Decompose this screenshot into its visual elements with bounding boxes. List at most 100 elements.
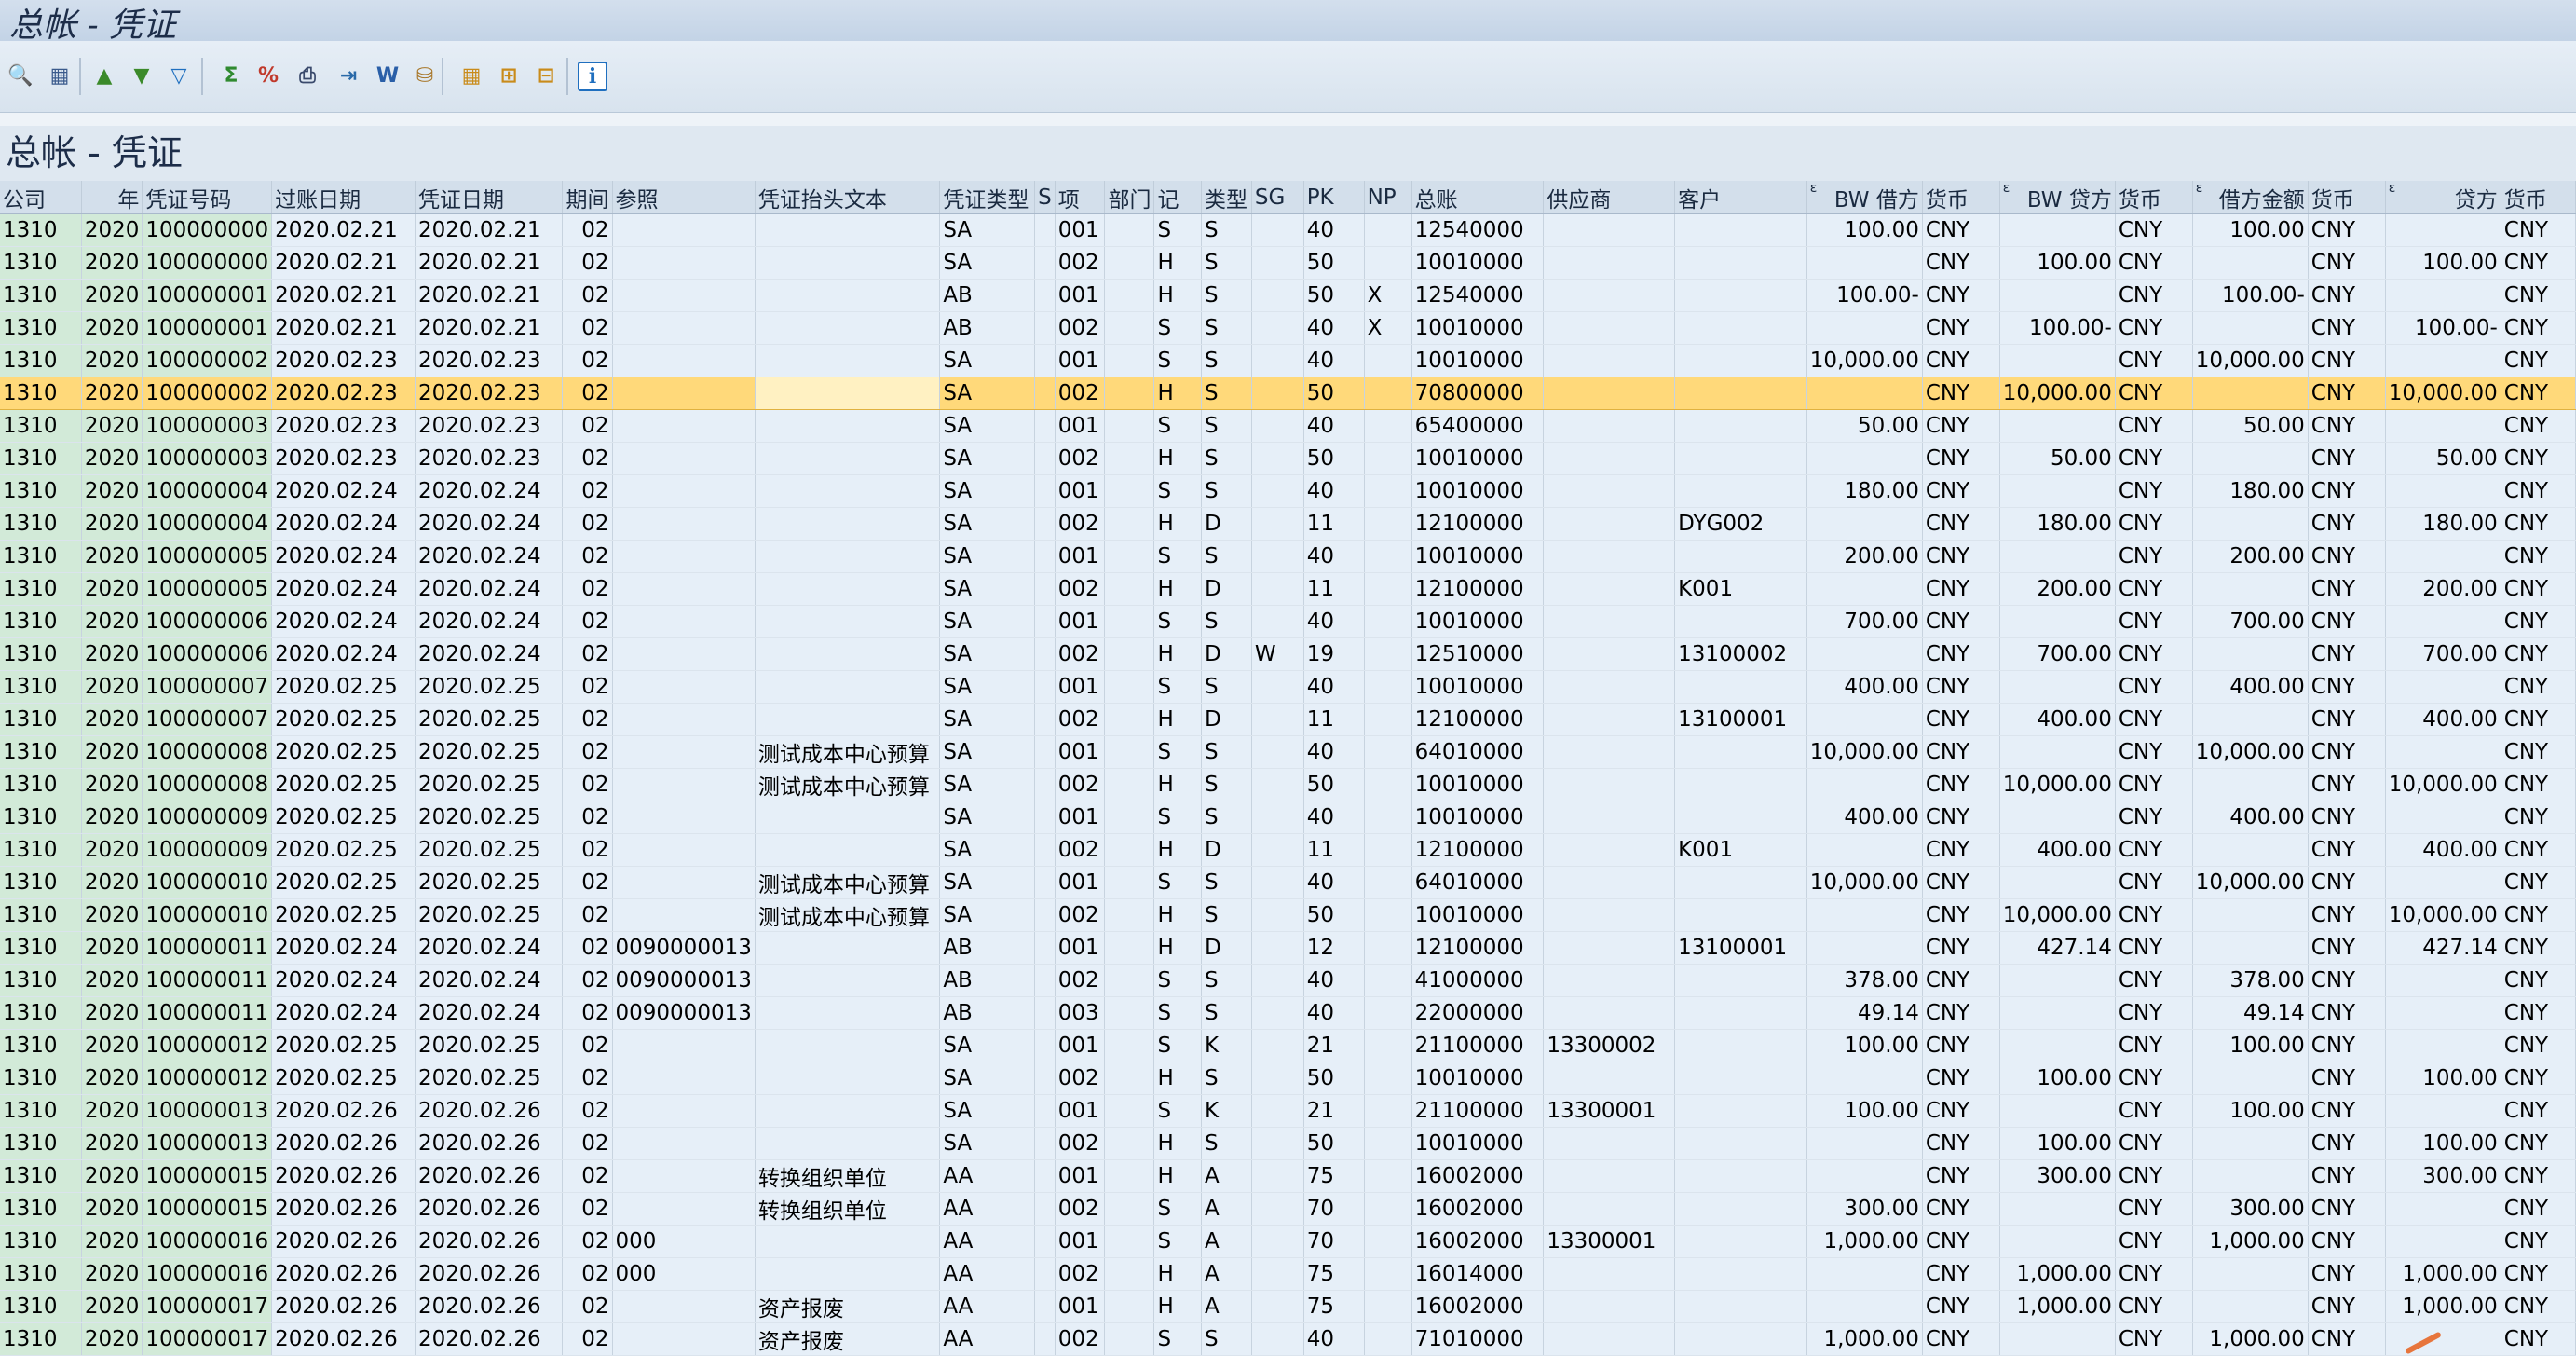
cell-dept[interactable]: [1104, 507, 1155, 541]
cell-debit-amount[interactable]: [2192, 1159, 2309, 1193]
cell-debit-amount[interactable]: 50.00: [2192, 409, 2309, 443]
cell-np[interactable]: [1364, 670, 1412, 704]
cell-debit-credit[interactable]: H: [1153, 1062, 1202, 1095]
cell-year[interactable]: 2020: [81, 1257, 143, 1291]
cell-gl-account[interactable]: 12100000: [1411, 931, 1545, 965]
cell-debit-credit[interactable]: S: [1153, 311, 1202, 345]
cell-credit[interactable]: 100.00-: [2385, 311, 2501, 345]
cell-s[interactable]: [1034, 572, 1056, 606]
cell-gl-account[interactable]: 12100000: [1411, 703, 1545, 736]
cell-period[interactable]: 02: [562, 703, 613, 736]
cell-account-type[interactable]: K: [1201, 1029, 1252, 1062]
cell-currency-2[interactable]: CNY: [2115, 409, 2193, 443]
cell-account-type[interactable]: S: [1201, 1062, 1252, 1095]
cell-period[interactable]: 02: [562, 637, 613, 671]
cell-vendor[interactable]: [1543, 768, 1676, 801]
cell-header-text[interactable]: [755, 637, 941, 671]
cell-year[interactable]: 2020: [81, 474, 143, 508]
cell-bw-debit[interactable]: [1806, 377, 1923, 410]
cell-currency-4[interactable]: CNY: [2501, 1029, 2576, 1062]
cell-s[interactable]: [1034, 735, 1056, 769]
cell-doc-type[interactable]: SA: [939, 703, 1036, 736]
cell-year[interactable]: 2020: [81, 1290, 143, 1323]
cell-doc-type[interactable]: SA: [939, 213, 1036, 247]
col-bw-debit[interactable]: ε BW 借方: [1806, 181, 1923, 214]
cell-debit-amount[interactable]: [2192, 507, 2309, 541]
cell-gl-account[interactable]: 16014000: [1411, 1257, 1545, 1291]
cell-doc-date[interactable]: 2020.02.25: [415, 866, 563, 899]
cell-posting-date[interactable]: 2020.02.25: [271, 898, 416, 932]
cell-pk[interactable]: 40: [1303, 213, 1365, 247]
col-gl-account[interactable]: 总账: [1411, 181, 1545, 214]
cell-currency-3[interactable]: CNY: [2308, 1029, 2386, 1062]
cell-np[interactable]: [1364, 572, 1412, 606]
cell-item[interactable]: 002: [1055, 703, 1106, 736]
cell-currency-3[interactable]: CNY: [2308, 931, 2386, 965]
cell-debit-amount[interactable]: [2192, 637, 2309, 671]
cell-header-text[interactable]: 测试成本中心预算: [755, 866, 941, 899]
cell-posting-date[interactable]: 2020.02.24: [271, 964, 416, 997]
cell-currency-2[interactable]: CNY: [2115, 1192, 2193, 1226]
cell-debit-credit[interactable]: S: [1153, 1192, 1202, 1226]
cell-doc-date[interactable]: 2020.02.25: [415, 833, 563, 867]
table-row[interactable]: 1310 2020 100000002 2020.02.23 2020.02.23 02 S…: [0, 377, 2576, 410]
cell-debit-credit[interactable]: H: [1153, 279, 1202, 312]
col-currency-2[interactable]: 货币: [2115, 181, 2193, 214]
cell-sg[interactable]: [1251, 1159, 1304, 1193]
cell-dept[interactable]: [1104, 377, 1155, 410]
cell-company[interactable]: 1310: [0, 572, 82, 606]
cell-debit-amount[interactable]: [2192, 1127, 2309, 1160]
cell-reference[interactable]: [612, 703, 756, 736]
cell-reference[interactable]: [612, 311, 756, 345]
cell-gl-account[interactable]: 10010000: [1411, 474, 1545, 508]
cell-bw-debit[interactable]: [1806, 931, 1923, 965]
cell-currency-1[interactable]: CNY: [1922, 474, 2000, 508]
cell-currency-4[interactable]: CNY: [2501, 246, 2576, 280]
cell-debit-credit[interactable]: S: [1153, 1225, 1202, 1258]
cell-np[interactable]: [1364, 1225, 1412, 1258]
cell-period[interactable]: 02: [562, 1127, 613, 1160]
cell-dept[interactable]: [1104, 1225, 1155, 1258]
cell-header-text[interactable]: [755, 1127, 941, 1160]
cell-reference[interactable]: [612, 246, 756, 280]
cell-header-text[interactable]: [755, 409, 941, 443]
cell-reference[interactable]: [612, 474, 756, 508]
cell-dept[interactable]: [1104, 866, 1155, 899]
cell-year[interactable]: 2020: [81, 670, 143, 704]
cell-customer[interactable]: [1674, 1094, 1807, 1128]
cell-bw-debit[interactable]: [1806, 833, 1923, 867]
cell-credit[interactable]: 100.00: [2385, 1127, 2501, 1160]
cell-credit[interactable]: 100.00: [2385, 246, 2501, 280]
cell-bw-debit[interactable]: 200.00: [1806, 540, 1923, 573]
cell-header-text[interactable]: [755, 474, 941, 508]
cell-vendor[interactable]: [1543, 377, 1676, 410]
cell-company[interactable]: 1310: [0, 1159, 82, 1193]
cell-doc-number[interactable]: 100000015: [142, 1159, 273, 1193]
cell-s[interactable]: [1034, 768, 1056, 801]
cell-np[interactable]: [1364, 474, 1412, 508]
cell-gl-account[interactable]: 12100000: [1411, 572, 1545, 606]
table-row[interactable]: 1310 2020 100000008 2020.02.25 2020.02.25 02 测…: [0, 735, 2576, 769]
cell-currency-3[interactable]: CNY: [2308, 735, 2386, 769]
cell-currency-2[interactable]: CNY: [2115, 637, 2193, 671]
cell-period[interactable]: 02: [562, 768, 613, 801]
cell-year[interactable]: 2020: [81, 213, 143, 247]
cell-reference[interactable]: [612, 1192, 756, 1226]
cell-posting-date[interactable]: 2020.02.23: [271, 409, 416, 443]
cell-currency-1[interactable]: CNY: [1922, 931, 2000, 965]
cell-credit[interactable]: [2385, 1322, 2501, 1356]
cell-customer[interactable]: [1674, 1062, 1807, 1095]
cell-credit[interactable]: [2385, 996, 2501, 1030]
cell-header-text[interactable]: [755, 670, 941, 704]
cell-doc-type[interactable]: AB: [939, 279, 1036, 312]
cell-debit-credit[interactable]: S: [1153, 801, 1202, 834]
cell-gl-account[interactable]: 41000000: [1411, 964, 1545, 997]
cell-pk[interactable]: 50: [1303, 377, 1365, 410]
cell-bw-debit[interactable]: 100.00-: [1806, 279, 1923, 312]
cell-header-text[interactable]: [755, 605, 941, 638]
cell-bw-debit[interactable]: 100.00: [1806, 1094, 1923, 1128]
cell-item[interactable]: 002: [1055, 768, 1106, 801]
cell-doc-type[interactable]: SA: [939, 474, 1036, 508]
cell-bw-credit[interactable]: [1999, 1322, 2116, 1356]
cell-reference[interactable]: [612, 1029, 756, 1062]
